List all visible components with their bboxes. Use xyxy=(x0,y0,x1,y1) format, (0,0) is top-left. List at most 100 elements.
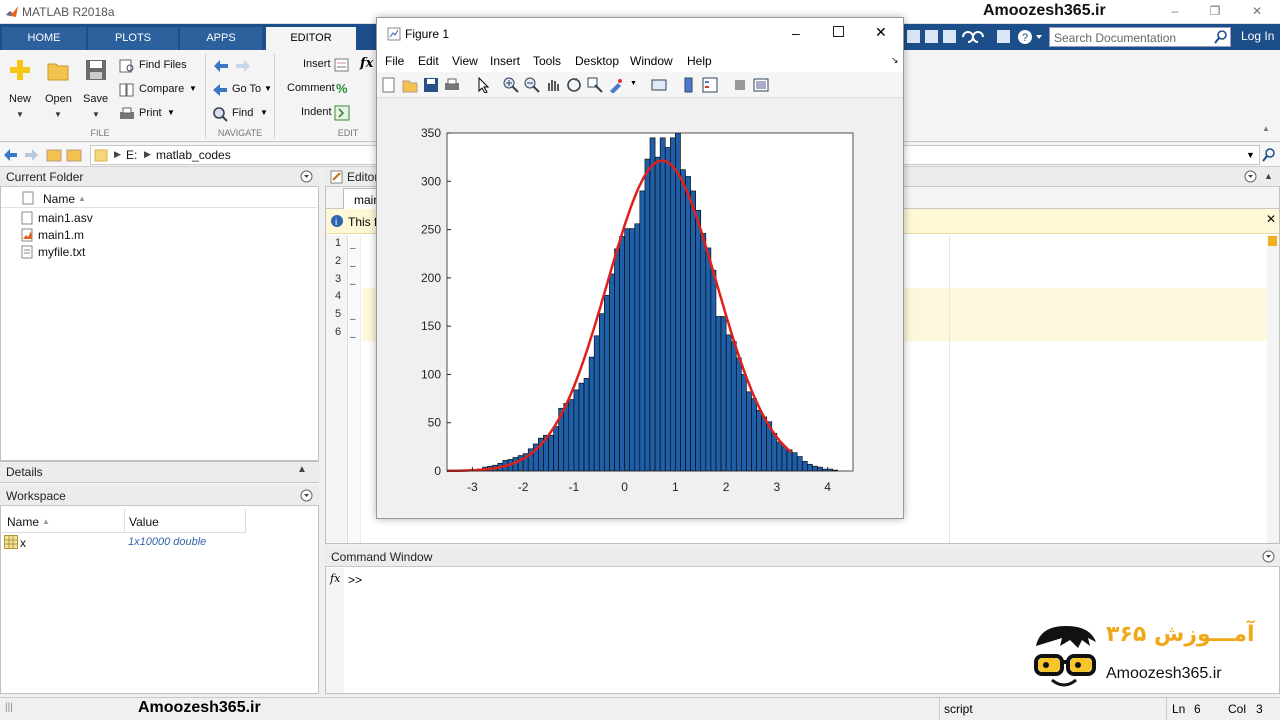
file-item[interactable]: myfile.txt xyxy=(38,245,85,259)
sort-asc-icon[interactable]: ▲ xyxy=(78,194,86,203)
figure-menu-view[interactable]: View xyxy=(452,54,478,68)
ws-name-column[interactable]: Name xyxy=(7,515,39,529)
fx-function-browser-icon[interactable]: fx xyxy=(330,572,340,585)
panel-menu-icon[interactable] xyxy=(1262,550,1275,563)
print-figure-icon[interactable] xyxy=(444,77,460,93)
file-item[interactable]: main1.asv xyxy=(38,211,93,225)
figure-menu-insert[interactable]: Insert xyxy=(490,54,520,68)
details-expand-icon[interactable]: ▲ xyxy=(297,464,307,475)
ribbon-collapse-icon[interactable]: ▲ xyxy=(1262,124,1270,133)
compare-button[interactable]: Compare ▼ xyxy=(119,82,199,98)
restore-icon[interactable]: ❐ xyxy=(1207,4,1223,18)
figure-menu-dock-icon[interactable]: ↘ xyxy=(891,55,899,66)
figure-maximize-icon[interactable] xyxy=(833,26,844,37)
histogram-bar xyxy=(593,335,600,472)
tab-plots[interactable]: PLOTS xyxy=(88,27,178,50)
warning-indicator[interactable] xyxy=(1268,236,1277,246)
zoom-out-icon[interactable] xyxy=(524,77,540,93)
data-cursor-icon[interactable] xyxy=(587,77,603,93)
new-button[interactable] xyxy=(8,58,32,82)
insert-colorbar-icon[interactable] xyxy=(681,77,697,93)
indent-icon[interactable] xyxy=(334,105,350,121)
undock-icon[interactable]: ▲ xyxy=(1264,171,1273,181)
line-dashes: – – – – – xyxy=(350,243,356,343)
ws-var-name[interactable]: x xyxy=(20,536,26,550)
figure-menu-window[interactable]: Window xyxy=(630,54,673,68)
figure-menu-desktop[interactable]: Desktop xyxy=(575,54,619,68)
file-item[interactable]: main1.m xyxy=(38,228,84,242)
compare-dropdown-icon[interactable]: ▼ xyxy=(189,84,197,93)
hide-plot-tools-icon[interactable] xyxy=(732,77,748,93)
open-file-icon[interactable] xyxy=(402,77,418,93)
search-icon[interactable] xyxy=(1214,30,1228,44)
panel-menu-icon[interactable] xyxy=(1244,170,1257,183)
histogram-plot[interactable]: -3 -2 -1 0 1 2 3 4 0 50 100 150 200 250 300 350 xyxy=(377,98,903,518)
address-nav-icons[interactable] xyxy=(3,147,85,163)
figure-minimize-icon[interactable]: – xyxy=(792,25,800,41)
new-figure-icon[interactable] xyxy=(381,77,397,93)
indent-label[interactable]: Indent xyxy=(301,106,332,118)
details-header[interactable]: Details xyxy=(0,461,319,483)
histogram-bar xyxy=(598,313,605,472)
goto-dropdown-icon[interactable]: ▼ xyxy=(264,84,272,93)
login-link[interactable]: Log In xyxy=(1241,29,1274,43)
figure-close-icon[interactable]: ✕ xyxy=(875,24,887,41)
tab-apps[interactable]: APPS xyxy=(180,27,262,50)
figure-menu-help[interactable]: Help xyxy=(687,54,712,68)
find-files-button[interactable]: Find Files xyxy=(119,58,214,74)
print-dropdown-icon[interactable]: ▼ xyxy=(167,108,175,117)
figure-menu-edit[interactable]: Edit xyxy=(418,54,439,68)
open-dropdown-icon[interactable]: ▼ xyxy=(54,110,62,119)
show-plot-tools-icon[interactable] xyxy=(753,77,769,93)
save-dropdown-icon[interactable]: ▼ xyxy=(92,110,100,119)
path-search-icon[interactable] xyxy=(1262,147,1276,163)
panel-menu-icon[interactable] xyxy=(300,170,313,183)
tab-home[interactable]: HOME xyxy=(2,27,86,50)
find-dropdown-icon[interactable]: ▼ xyxy=(260,108,268,117)
pan-icon[interactable] xyxy=(545,77,561,93)
print-button[interactable]: Print ▼ xyxy=(119,106,199,122)
close-icon[interactable]: ✕ xyxy=(1249,4,1265,18)
brush-dropdown-icon[interactable]: ▼ xyxy=(630,80,637,87)
minimize-icon[interactable]: – xyxy=(1167,4,1183,18)
figure-window[interactable]: Figure 1 – ✕ File Edit View Insert Tools… xyxy=(376,17,904,519)
insert-label[interactable]: Insert xyxy=(303,58,331,70)
insert-section-icon[interactable] xyxy=(334,57,350,73)
sort-asc-icon[interactable]: ▲ xyxy=(42,517,50,526)
histogram-bar xyxy=(685,176,691,472)
figure-menu-file[interactable]: File xyxy=(385,54,404,68)
save-figure-icon[interactable] xyxy=(423,77,439,93)
path-dropdown-icon[interactable]: ▼ xyxy=(1246,150,1255,160)
find-files-icon xyxy=(119,59,134,73)
histogram-bar xyxy=(669,137,676,472)
figure-menu-tools[interactable]: Tools xyxy=(533,54,561,68)
link-plot-icon[interactable] xyxy=(651,77,667,93)
brush-icon[interactable] xyxy=(608,77,624,93)
comment-label[interactable]: Comment xyxy=(287,82,335,94)
find-button[interactable]: Find ▼ xyxy=(212,106,282,122)
editor-scrollbar[interactable] xyxy=(1267,235,1279,543)
ws-var-value[interactable]: 1x10000 double xyxy=(128,536,206,548)
info-close-icon[interactable]: ✕ xyxy=(1266,212,1276,226)
path-drive[interactable]: E: xyxy=(126,148,137,162)
command-prompt[interactable]: >> xyxy=(348,573,362,587)
zoom-in-icon[interactable] xyxy=(503,77,519,93)
goto-button[interactable]: Go To ▼ xyxy=(212,82,282,98)
ws-value-column[interactable]: Value xyxy=(129,515,159,529)
edit-plot-icon[interactable] xyxy=(475,77,491,93)
print-icon xyxy=(120,107,134,119)
open-button[interactable] xyxy=(46,58,70,82)
tab-editor[interactable]: EDITOR xyxy=(266,27,356,50)
panel-menu-icon[interactable] xyxy=(300,489,313,502)
comment-percent-icon[interactable]: % xyxy=(336,81,348,96)
save-button[interactable] xyxy=(84,58,108,82)
rotate-3d-icon[interactable] xyxy=(566,77,582,93)
fx-icon[interactable]: fx xyxy=(360,56,373,71)
path-folder[interactable]: matlab_codes xyxy=(156,148,231,162)
insert-legend-icon[interactable] xyxy=(702,77,718,93)
search-documentation-input[interactable]: Search Documentation xyxy=(1049,27,1231,47)
name-column-label[interactable]: Name xyxy=(43,192,75,206)
new-dropdown-icon[interactable]: ▼ xyxy=(16,110,24,119)
back-nav-icon[interactable] xyxy=(212,58,252,74)
y-tick-label: 350 xyxy=(421,126,441,140)
